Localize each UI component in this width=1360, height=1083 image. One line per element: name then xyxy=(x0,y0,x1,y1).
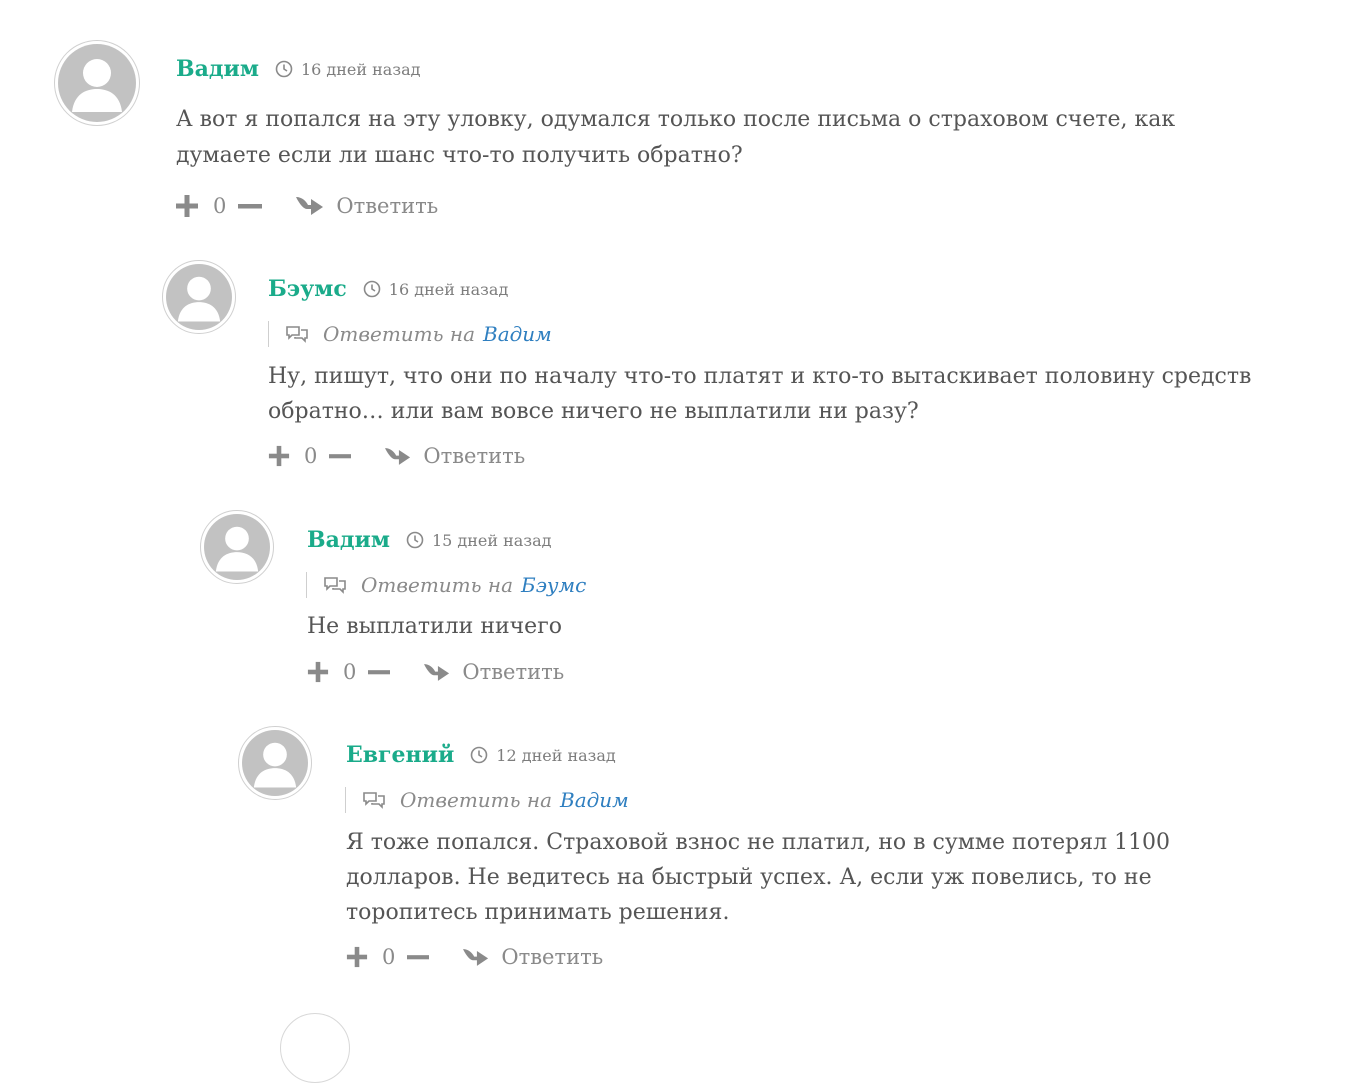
reply-arrow-icon xyxy=(424,662,450,683)
vote-count: 0 xyxy=(213,194,227,218)
vote-down-icon[interactable] xyxy=(329,445,352,467)
vote-up-icon[interactable] xyxy=(346,946,368,968)
comment-text: Ну, пишут, что они по началу что-то плат… xyxy=(268,359,1251,429)
comment-text-line: долларов. Не ведитесь на быстрый успех. … xyxy=(346,865,1152,890)
speech-bubbles-icon xyxy=(362,790,386,810)
clock-icon xyxy=(470,746,488,764)
vote-down-icon[interactable] xyxy=(238,194,263,218)
user-avatar-icon xyxy=(204,514,270,580)
reply-label: Ответить xyxy=(462,660,565,684)
avatar xyxy=(54,40,140,126)
comment-meta: Вадим 16 дней назад xyxy=(176,56,420,82)
vote-down-icon[interactable] xyxy=(368,661,391,683)
speech-bubbles-icon xyxy=(285,324,309,344)
user-avatar-icon xyxy=(242,730,308,796)
reply-arrow-icon xyxy=(463,947,489,968)
clock-icon xyxy=(406,531,424,549)
comment-text: Не выплатили ничего xyxy=(307,609,562,645)
speech-bubbles-icon xyxy=(323,575,347,595)
comment-text-line: А вот я попался на эту уловку, одумался … xyxy=(176,107,1176,132)
vote-up-icon[interactable] xyxy=(307,661,329,683)
author-name[interactable]: Вадим xyxy=(176,56,259,82)
avatar xyxy=(162,260,236,334)
reply-button[interactable]: Ответить xyxy=(424,660,564,684)
comment-time[interactable]: 16 дней назад xyxy=(301,60,421,79)
reply-to-prefix: Ответить на xyxy=(323,322,475,346)
reply-label: Ответить xyxy=(423,444,526,468)
reply-to-author-link[interactable]: Бэумс xyxy=(521,573,586,597)
comment-time[interactable]: 16 дней назад xyxy=(389,280,509,299)
reply-button[interactable]: Ответить xyxy=(385,444,525,468)
reply-to-author-link[interactable]: Вадим xyxy=(483,322,552,346)
vote-up-icon[interactable] xyxy=(175,194,199,218)
reply-arrow-icon xyxy=(296,195,324,217)
comment-actions: 0 Ответить xyxy=(268,444,525,468)
comment-time[interactable]: 12 дней назад xyxy=(496,746,616,765)
reply-arrow-icon xyxy=(385,446,411,467)
reply-to: Ответить на Бэумс xyxy=(306,572,586,598)
comment-time[interactable]: 15 дней назад xyxy=(432,531,552,550)
comment-text: А вот я попался на эту уловку, одумался … xyxy=(176,102,1175,174)
vote-count: 0 xyxy=(304,444,318,468)
reply-label: Ответить xyxy=(336,194,439,218)
avatar xyxy=(200,510,274,584)
reply-to: Ответить на Вадим xyxy=(345,787,629,813)
comment-text-line: торопитесь принимать решения. xyxy=(346,900,730,925)
reply-label: Ответить xyxy=(501,945,604,969)
vote-count: 0 xyxy=(343,660,357,684)
comment-text-line: Ну, пишут, что они по началу что-то плат… xyxy=(268,364,1252,389)
clock-icon xyxy=(275,60,293,78)
author-name[interactable]: Вадим xyxy=(307,527,390,553)
reply-to: Ответить на Вадим xyxy=(268,321,552,347)
reply-to-prefix: Ответить на xyxy=(361,573,513,597)
reply-to-prefix: Ответить на xyxy=(400,788,552,812)
vote-up-icon[interactable] xyxy=(268,445,290,467)
comment-text-line: думаете если ли шанс что-то получить обр… xyxy=(176,143,743,168)
clock-icon xyxy=(363,280,381,298)
vote-count: 0 xyxy=(382,945,396,969)
reply-button[interactable]: Ответить xyxy=(463,945,603,969)
comment-meta: Вадим 15 дней назад xyxy=(307,527,551,553)
comment-text-line: Не выплатили ничего xyxy=(307,614,562,639)
vote-down-icon[interactable] xyxy=(407,946,430,968)
reply-to-author-link[interactable]: Вадим xyxy=(560,788,629,812)
comment-text-line: Я тоже попался. Страховой взнос не плати… xyxy=(346,830,1171,855)
user-avatar-icon xyxy=(58,44,136,122)
comment-actions: 0 Ответить xyxy=(307,660,564,684)
comment-meta: Евгений 12 дней назад xyxy=(346,742,616,768)
user-avatar-icon xyxy=(166,264,232,330)
comment-text: Я тоже попался. Страховой взнос не плати… xyxy=(346,825,1170,930)
author-name[interactable]: Евгений xyxy=(346,742,454,768)
author-name[interactable]: Бэумс xyxy=(268,276,347,302)
avatar xyxy=(280,1013,350,1083)
comment-actions: 0 Ответить xyxy=(346,945,603,969)
avatar xyxy=(238,726,312,800)
comment-text-line: обратно… или вам вовсе ничего не выплати… xyxy=(268,399,919,424)
reply-button[interactable]: Ответить xyxy=(296,194,438,218)
comment-meta: Бэумс 16 дней назад xyxy=(268,276,508,302)
comment-actions: 0 Ответить xyxy=(175,194,438,218)
